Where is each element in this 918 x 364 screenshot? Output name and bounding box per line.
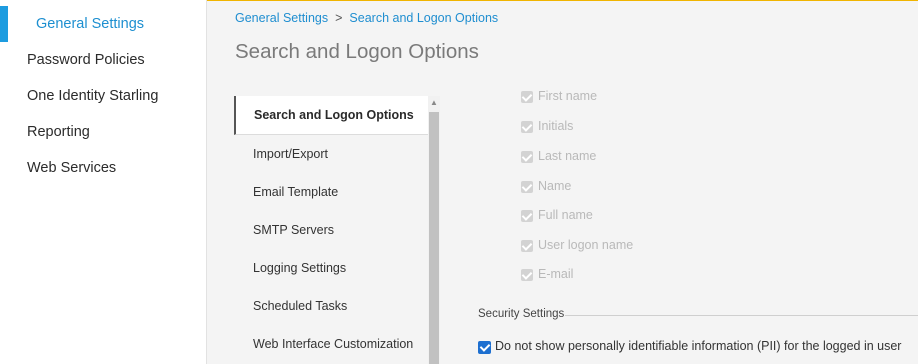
breadcrumb-search-and-logon-options[interactable]: Search and Logon Options [349,11,498,25]
subnav-item-search-and-logon-options[interactable]: Search and Logon Options [234,96,428,135]
scrollbar-thumb[interactable] [429,112,439,364]
section-divider [565,315,918,316]
nav-item-web-services[interactable]: Web Services [27,160,116,176]
subnav-item-label: Import/Export [253,147,329,161]
checkbox-label: Initials [538,119,574,133]
pii-checkbox[interactable] [478,341,491,354]
main-content: General Settings > Search and Logon Option… [206,0,918,364]
pii-checkbox-label[interactable]: Do not show personally identifiable info… [495,339,901,353]
subnav-item-scheduled-tasks[interactable]: Scheduled Tasks [234,287,426,325]
active-indicator [0,6,8,42]
checkbox-label: E-mail [538,267,574,281]
subnav-item-web-interface-customization[interactable]: Web Interface Customization [234,325,426,363]
nav-item-general-settings[interactable]: General Settings [36,16,144,32]
checkbox-label: Name [538,179,572,193]
checkbox-disabled [521,210,533,222]
subnav-item-label: Email Template [253,185,339,199]
subnav-item-import-export[interactable]: Import/Export [234,135,426,173]
checkbox-label: Last name [538,149,597,163]
subnav-item-email-template[interactable]: Email Template [234,173,426,211]
subnav-item-label: Scheduled Tasks [253,299,348,313]
checkbox-disabled [521,121,533,133]
subnav-item-logging-settings[interactable]: Logging Settings [234,249,426,287]
checkbox-disabled [521,269,533,281]
breadcrumb-general-settings[interactable]: General Settings [235,11,328,25]
breadcrumb-separator: > [335,11,343,25]
subnav-item-label: Logging Settings [253,261,347,275]
settings-subnav: Search and Logon Options Import/Export E… [234,96,428,364]
checkbox-label: User logon name [538,238,634,252]
checkbox-label: First name [538,89,598,103]
checkbox-label: Full name [538,208,593,222]
nav-item-reporting[interactable]: Reporting [27,124,90,140]
checkbox-disabled [521,151,533,163]
settings-panel: First name Initials Last name Name Full … [447,86,918,364]
subnav-item-label: Search and Logon Options [254,108,414,122]
subnav-item-smtp-servers[interactable]: SMTP Servers [234,211,426,249]
breadcrumb: General Settings > Search and Logon Option… [235,11,498,25]
top-accent-line [207,0,918,1]
subnav-scrollbar[interactable]: ▲ [428,96,440,364]
checkbox-disabled [521,240,533,252]
checkbox-disabled [521,181,533,193]
subnav-item-label: SMTP Servers [253,223,335,237]
security-settings-heading: Security Settings [478,308,565,320]
left-navigation: General Settings Password Policies One I… [0,0,206,364]
scroll-up-arrow-icon[interactable]: ▲ [428,96,440,110]
subnav-item-label: Web Interface Customization [253,337,414,351]
page-title: Search and Logon Options [235,40,479,63]
nav-item-one-identity-starling[interactable]: One Identity Starling [27,88,158,104]
checkbox-disabled [521,91,533,103]
nav-item-password-policies[interactable]: Password Policies [27,52,145,68]
